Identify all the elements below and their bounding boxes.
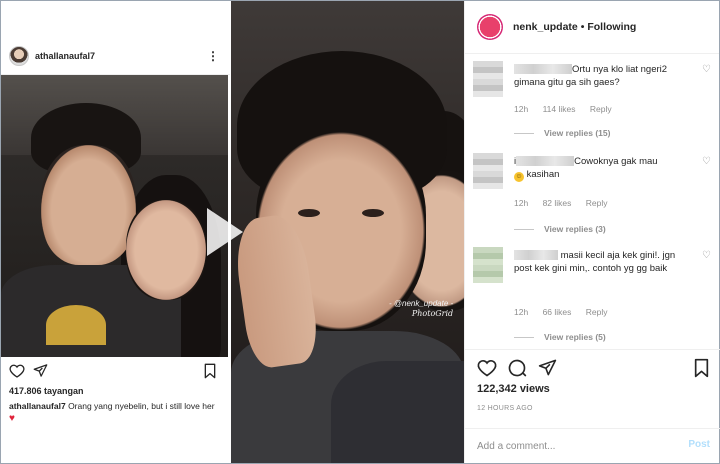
caption-username[interactable]: athallanaufal7 [9,401,66,411]
comment-text: masii kecil aja kek gini!. jgn post kek … [514,249,684,275]
list-item: masii kecil aja kek gini!. jgn post kek … [473,247,711,347]
more-dots-icon[interactable]: ⋮ [207,49,219,63]
photo-figure [298,209,320,217]
left-caption: athallanaufal7 Orang yang nyebelin, but … [9,400,224,425]
bookmark-icon[interactable] [203,363,217,379]
view-count[interactable]: 122,342 views [477,383,550,395]
photo-figure [362,209,384,217]
avatar[interactable] [473,247,503,283]
left-post-photo[interactable] [1,75,228,357]
left-post-header: athallanaufal7 ⋮ [1,37,230,91]
view-replies-label: View replies (3) [544,224,606,234]
photo-figure [41,145,136,265]
blurred-username [514,64,572,75]
left-username[interactable]: athallanaufal7 [35,51,95,61]
avatar[interactable] [473,61,503,97]
view-replies-label: View replies (15) [544,128,611,138]
comment-meta: 12h 66 likes Reply [514,307,620,317]
crying-laughing-emoji-icon: ☺ [514,172,524,182]
comment-input[interactable] [477,437,672,455]
view-replies-label: View replies (5) [544,332,606,342]
comments-panel: nenk_update • Following Ortu nya klo lia… [464,1,720,463]
add-comment-bar: Post [465,428,720,463]
action-bar: 122,342 views 12 HOURS AGO [465,349,720,439]
reply-button[interactable]: Reply [586,307,608,317]
left-view-count: 417.806 tayangan [9,386,84,396]
comment-likes[interactable]: 114 likes [543,104,576,114]
comment-icon[interactable] [507,358,527,378]
red-heart-icon: ♥ [9,413,15,424]
comment-text: Ortu nya klo liat ngeri2 gimana gitu ga … [514,63,684,89]
send-icon[interactable] [33,363,48,378]
post-button[interactable]: Post [688,439,710,450]
follow-status[interactable]: • Following [581,21,637,33]
heart-outline-icon[interactable]: ♡ [702,156,711,167]
caption-text: Orang yang nyebelin, but i still love he… [68,401,215,411]
comment-meta: 12h 82 likes Reply [514,198,620,208]
list-item: Ortu nya klo liat ngeri2 gimana gitu ga … [473,61,711,141]
list-item: i Cowoknya gak mau ☺ kasihan ♡ 12h 82 like… [473,153,711,238]
heart-outline-icon[interactable]: ♡ [702,64,711,75]
photo-figure [46,305,106,345]
comment-time: 12h [514,307,529,317]
divider [514,132,534,134]
send-icon[interactable] [538,358,557,377]
divider [514,228,534,230]
view-replies-button[interactable]: View replies (5) [514,332,606,342]
comment-likes[interactable]: 66 likes [543,307,572,317]
comment-body: Cowoknya gak mau [574,156,658,167]
post-timestamp: 12 HOURS AGO [477,405,533,412]
left-embedded-post: athallanaufal7 ⋮ 417.806 tayangan athall… [1,1,230,463]
heart-outline-icon[interactable] [9,363,25,379]
comment-meta: 12h 114 likes Reply [514,104,624,114]
comment-text: i Cowoknya gak mau ☺ kasihan [514,155,684,182]
bookmark-icon[interactable] [693,358,710,378]
heart-outline-icon[interactable] [477,358,497,378]
heart-outline-icon[interactable]: ♡ [702,250,711,261]
avatar[interactable] [473,153,503,189]
avatar[interactable] [9,45,29,66]
avatar[interactable] [477,14,503,40]
comment-likes[interactable]: 82 likes [543,198,572,208]
watermark-handle: - @nenk_update - [389,299,454,308]
blurred-username [514,250,558,261]
play-icon[interactable] [207,208,243,256]
watermark-app: PhotoGrid [411,309,454,318]
post-username[interactable]: nenk_update [513,21,578,33]
comment-time: 12h [514,198,529,208]
comment-time: 12h [514,104,529,114]
photo-figure [126,200,206,300]
reply-button[interactable]: Reply [586,198,608,208]
divider [514,336,534,338]
main-post-photo[interactable]: - @nenk_update - PhotoGrid [231,1,464,463]
comment-body-2: kasihan [526,169,560,180]
view-replies-button[interactable]: View replies (3) [514,224,606,234]
photo-watermark: - @nenk_update - PhotoGrid [389,299,453,319]
photo-figure [331,361,464,463]
blurred-username [516,156,575,167]
reply-button[interactable]: Reply [590,104,612,114]
view-replies-button[interactable]: View replies (15) [514,128,610,138]
post-header: nenk_update • Following [465,1,719,54]
left-action-bar [7,363,222,383]
